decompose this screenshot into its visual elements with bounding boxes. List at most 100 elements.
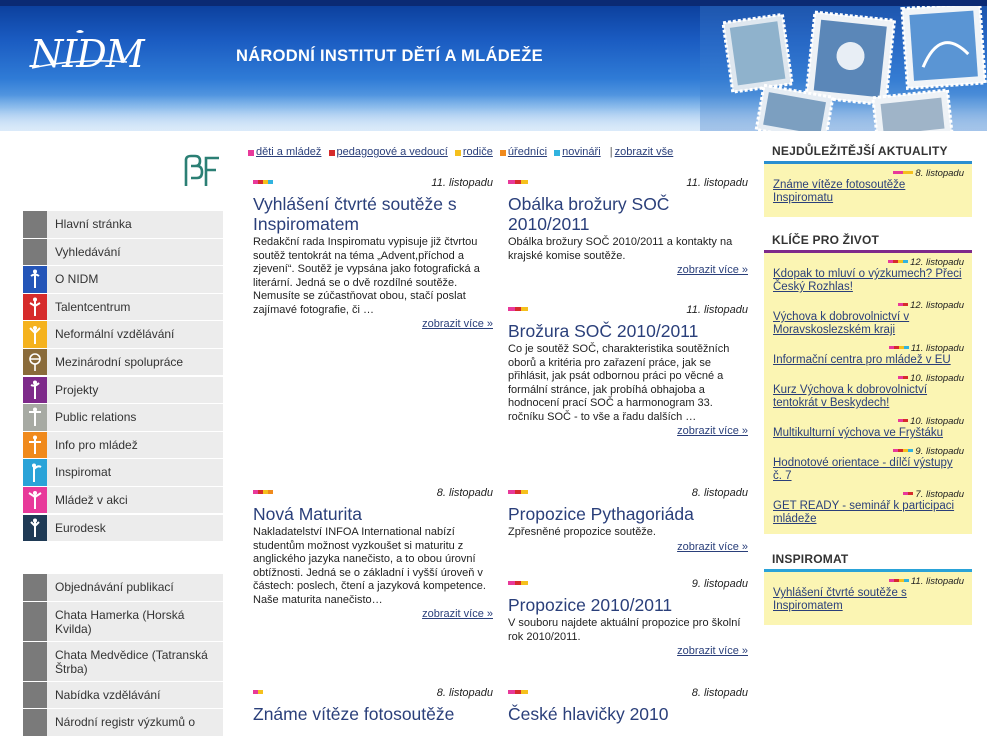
article-date: 8. listopadu: [436, 487, 493, 499]
filter-novinari[interactable]: novináři: [562, 146, 601, 158]
news-date: 7. listopadu: [915, 489, 964, 500]
top-news-box: NEJDŮLEŽITĚJŠÍ AKTUALITY 8. listopadu Zn…: [764, 142, 972, 217]
globe-figure-icon: [23, 348, 47, 376]
nav-label: Objednávání publikací: [55, 580, 174, 594]
article-card: 11. listopadu Vyhlášení čtvrté soutěže s…: [253, 177, 493, 330]
nav-square: [23, 709, 47, 736]
article-date: 8. listopadu: [691, 687, 748, 699]
audience-color-bar: [898, 303, 909, 306]
nav-label: Národní registr výzkumů o: [55, 715, 196, 730]
box-body: 11. listopadu Vyhlášení čtvrté soutěže s…: [764, 572, 972, 625]
nav-item-mezinarodni-spoluprace[interactable]: Mezinárodní spolupráce: [23, 348, 223, 376]
filter-deti-a-mladez[interactable]: děti a mládež: [256, 146, 321, 158]
article-card: 8. listopadu České hlavičky 2010: [508, 687, 748, 724]
news-link[interactable]: Vyhlášení čtvrté soutěže s Inspiromatem: [773, 587, 907, 612]
nav-square: [23, 681, 47, 709]
figure-icon: [23, 321, 47, 348]
figure-icon: [23, 486, 47, 514]
news-link[interactable]: Známe vítěze fotosoutěže Inspiromatu: [773, 179, 905, 204]
filter-color-square: [454, 150, 461, 156]
news-date: 10. listopadu: [910, 416, 964, 427]
audience-color-bar: [888, 346, 909, 349]
nav-item-eurodesk[interactable]: Eurodesk: [23, 514, 223, 542]
nav-item-search[interactable]: Vyhledávání: [23, 238, 223, 266]
read-more-link[interactable]: zobrazit více »: [677, 541, 748, 553]
news-link[interactable]: Kdopak to mluví o výzkumech? Přeci Český…: [773, 268, 962, 293]
nidm-logo[interactable]: NIDM: [30, 28, 145, 88]
box-heading: INSPIROMAT: [772, 552, 849, 566]
read-more-link[interactable]: zobrazit více »: [677, 645, 748, 657]
article-title[interactable]: České hlavičky 2010: [508, 704, 748, 724]
nav-item-chata-medvedice[interactable]: Chata Medvědice (Tatranská Štrba): [23, 641, 223, 681]
news-item: 12. listopadu Výchova k dobrovolnictví v…: [773, 300, 964, 337]
article-date: 9. listopadu: [691, 578, 748, 590]
news-item: 10. listopadu Multikulturní výchova ve F…: [773, 416, 964, 440]
article-title[interactable]: Propozice 2010/2011: [508, 595, 748, 615]
nav-item-public-relations[interactable]: Public relations: [23, 404, 223, 431]
news-link[interactable]: Multikulturní výchova ve Fryštáku: [773, 427, 943, 439]
read-more-link[interactable]: zobrazit více »: [677, 264, 748, 276]
news-date: 11. listopadu: [910, 343, 964, 354]
read-more-link[interactable]: zobrazit více »: [677, 425, 748, 437]
read-more-link[interactable]: zobrazit více »: [422, 608, 493, 620]
article-title[interactable]: Brožura SOČ 2010/2011: [508, 321, 748, 341]
audience-color-bar: [903, 492, 914, 495]
article-title[interactable]: Obálka brožury SOČ 2010/2011: [508, 194, 748, 234]
news-item: 8. listopadu Známe vítěze fotosoutěže In…: [773, 168, 964, 205]
article-summary: Redakční rada Inspiromatu vypisuje již č…: [253, 236, 480, 316]
box-heading: NEJDŮLEŽITĚJŠÍ AKTUALITY: [772, 144, 948, 158]
filter-separator: |: [609, 146, 613, 158]
news-link[interactable]: Kurz Výchova k dobrovolnictví tentokrát …: [773, 384, 927, 409]
site-title: NÁRODNÍ INSTITUT DĚTÍ A MLÁDEŽE: [236, 47, 543, 65]
article-title[interactable]: Vyhlášení čtvrté soutěže s Inspiromatem: [253, 194, 493, 234]
news-link[interactable]: GET READY - seminář k participaci mládež…: [773, 500, 954, 525]
article-date: 8. listopadu: [691, 487, 748, 499]
box-heading: KLÍČE PRO ŽIVOT: [772, 233, 880, 247]
nav-label: Mládež v akci: [55, 492, 128, 507]
figure-icon: [23, 404, 47, 431]
figure-icon: [23, 459, 47, 486]
filter-color-square: [554, 150, 561, 156]
site-header: NIDM NÁRODNÍ INSTITUT DĚTÍ A MLÁDEŽE: [0, 0, 987, 131]
nav-item-o-nidm[interactable]: O NIDM: [23, 266, 223, 293]
accessibility-icon[interactable]: [180, 152, 225, 192]
life-keys-box: KLÍČE PRO ŽIVOT 12. listopadu Kdopak to …: [764, 231, 972, 534]
nav-item-info-pro-mladez[interactable]: Info pro mládež: [23, 431, 223, 459]
nav-item-projekty[interactable]: Projekty: [23, 376, 223, 404]
article-title[interactable]: Známe vítěze fotosoutěže: [253, 704, 493, 724]
audience-color-bar: [893, 171, 914, 174]
nav-label: Projekty: [55, 382, 99, 397]
news-date: 8. listopadu: [915, 168, 964, 179]
article-summary: V souboru najdete aktuální propozice pro…: [508, 617, 741, 643]
audience-color-bar: [888, 260, 909, 263]
news-link[interactable]: Výchova k dobrovolnictví v Moravskoslezs…: [773, 311, 909, 336]
nav-item-objednavani-publikaci[interactable]: Objednávání publikací: [23, 574, 223, 601]
nav-item-inspiromat[interactable]: Inspiromat: [23, 459, 223, 486]
news-link[interactable]: Informační centra pro mládež v EU: [773, 354, 951, 366]
logo-text: NIDM: [30, 32, 145, 76]
nav-item-narodni-registr[interactable]: Národní registr výzkumů o: [23, 709, 223, 736]
filter-urednici[interactable]: úředníci: [508, 146, 547, 158]
audience-color-bar: [253, 490, 273, 494]
main-navigation: Hlavní stránka Vyhledávání O NIDM Talent…: [23, 211, 223, 542]
nav-square: [23, 211, 47, 238]
filter-rodice[interactable]: rodiče: [463, 146, 493, 158]
nav-item-nabidka-vzdelavani[interactable]: Nabídka vzdělávání: [23, 681, 223, 709]
audience-color-bar: [508, 490, 529, 494]
article-title[interactable]: Nová Maturita: [253, 504, 493, 524]
nav-item-chata-hamerka[interactable]: Chata Hamerka (Horská Kvilda): [23, 601, 223, 641]
read-more-link[interactable]: zobrazit více »: [422, 318, 493, 330]
article-summary: Obálka brožury SOČ 2010/2011 a kontakty …: [508, 236, 733, 262]
figure-icon: [23, 376, 47, 404]
filter-show-all[interactable]: zobrazit vše: [615, 146, 674, 158]
nav-item-talentcentrum[interactable]: Talentcentrum: [23, 293, 223, 321]
news-link[interactable]: Hodnotové orientace - dílčí výstupy č. 7: [773, 457, 953, 482]
nav-item-neformalni-vzdelavani[interactable]: Neformální vzdělávání: [23, 321, 223, 348]
article-title[interactable]: Propozice Pythagoriáda: [508, 504, 748, 524]
nav-label: Chata Hamerka (Horská Kvilda): [55, 607, 185, 636]
news-date: 12. listopadu: [910, 257, 964, 268]
nav-item-home[interactable]: Hlavní stránka: [23, 211, 223, 238]
nav-label: Nabídka vzdělávání: [55, 687, 161, 702]
filter-pedagogove[interactable]: pedagogové a vedoucí: [337, 146, 448, 158]
nav-item-mladez-v-akci[interactable]: Mládež v akci: [23, 486, 223, 514]
